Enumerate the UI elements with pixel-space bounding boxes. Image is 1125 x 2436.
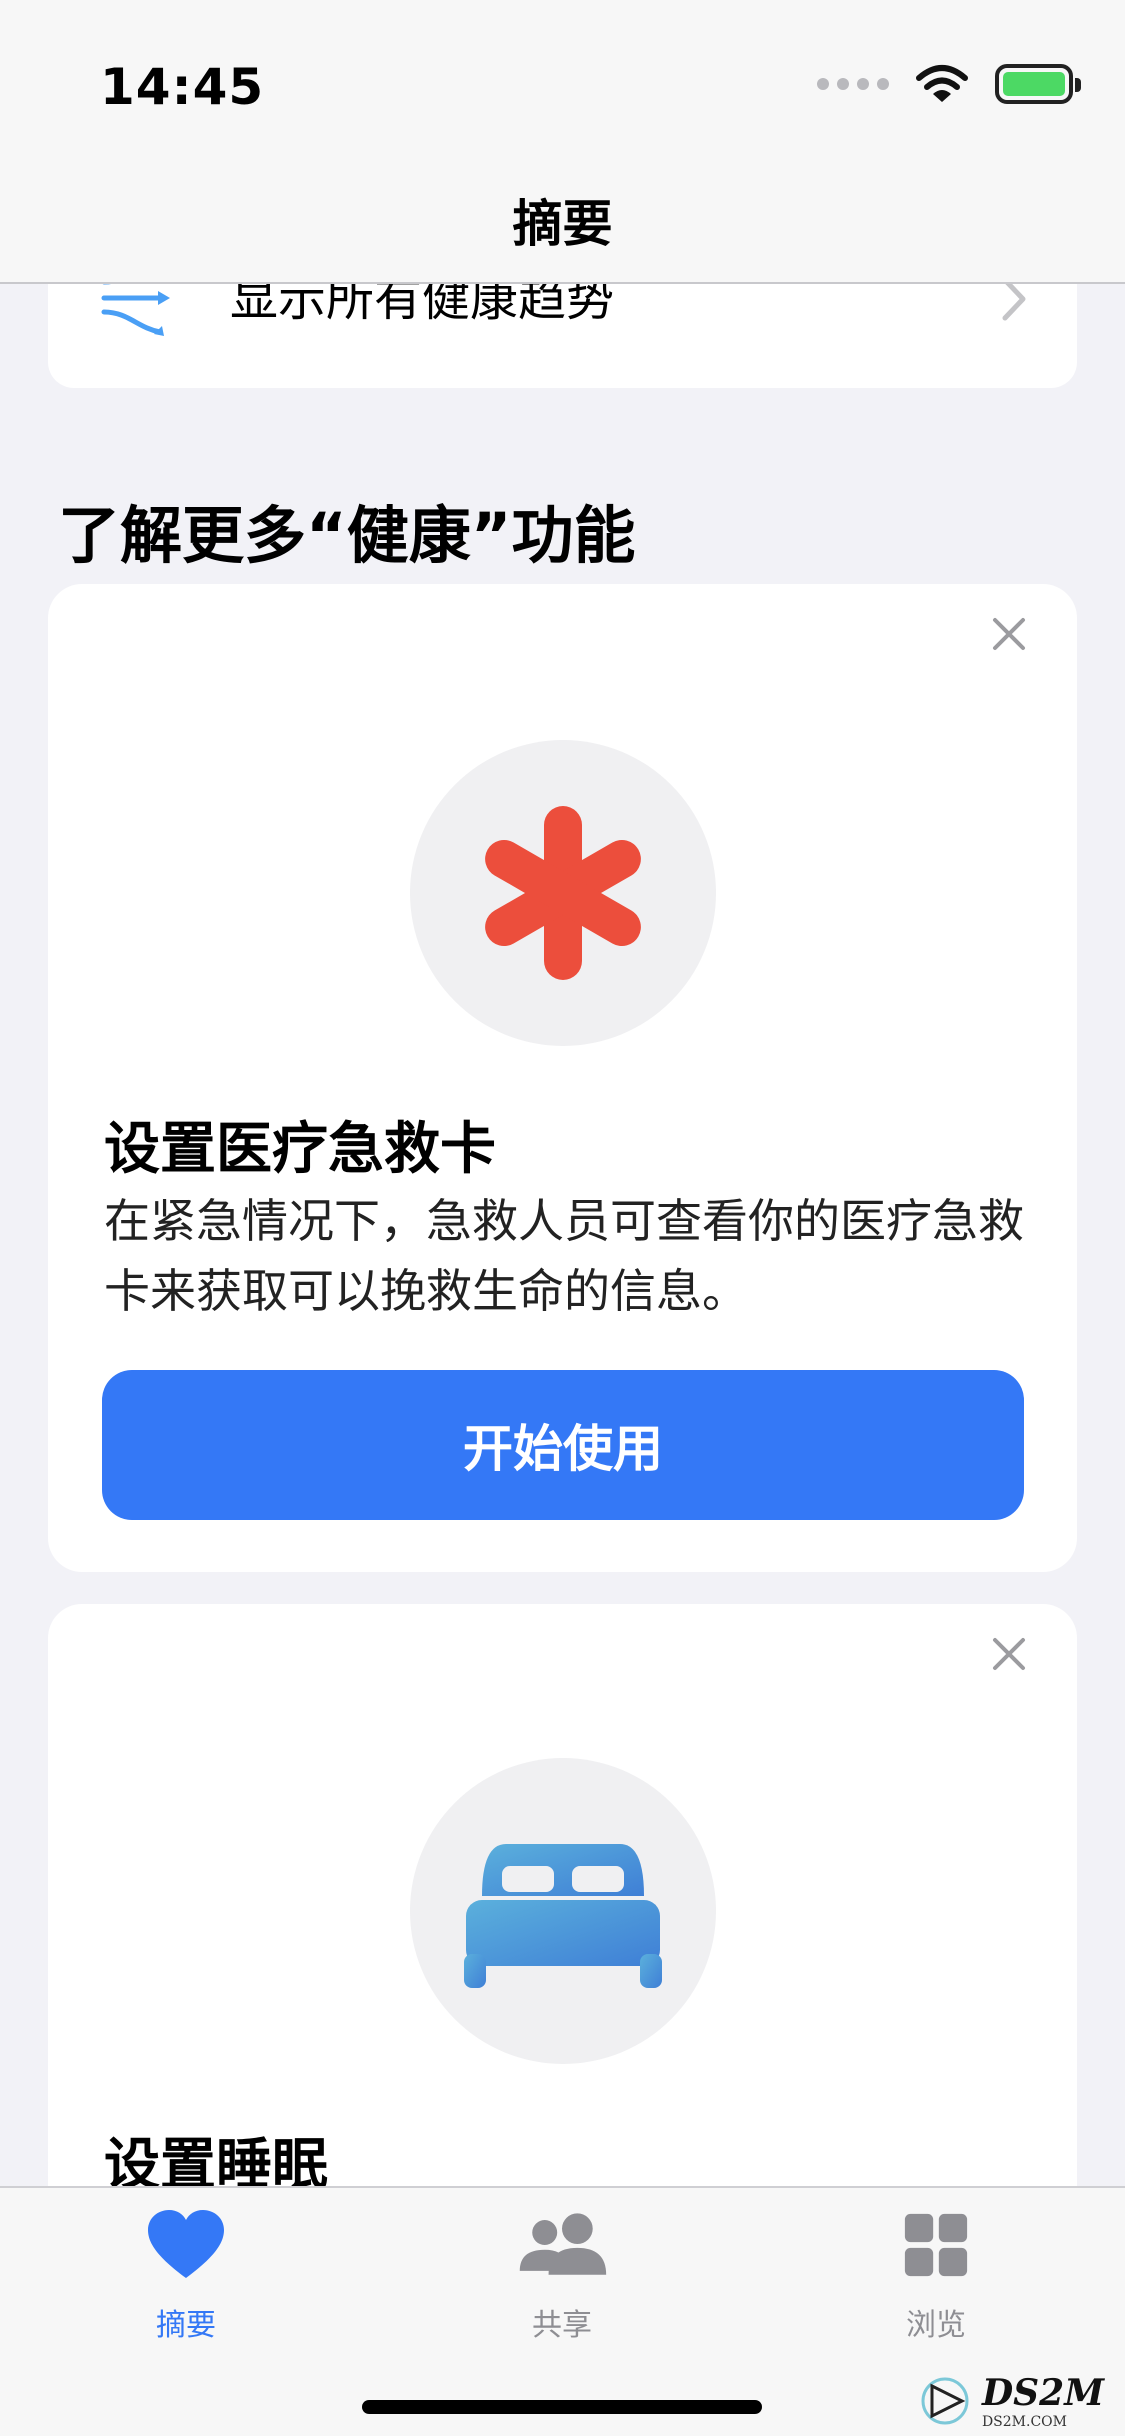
- section-title: 了解更多“健康”功能: [58, 499, 636, 572]
- home-indicator: [362, 2400, 762, 2414]
- watermark-logo-icon: [921, 2377, 969, 2425]
- tab-summary[interactable]: 摘要: [86, 2210, 286, 2344]
- close-icon[interactable]: [989, 614, 1029, 654]
- screen: 显示所有健康趋势 了解更多“健康”功能 设置医疗急救卡 在紧急情况下，急救人员可…: [0, 0, 1125, 2436]
- wifi-icon: [916, 65, 968, 102]
- bed-icon: [464, 1844, 662, 1988]
- heart-icon: [148, 2210, 224, 2278]
- cellular-signal-icon: [817, 78, 889, 90]
- status-time: 14:45: [100, 58, 265, 116]
- get-started-button[interactable]: 开始使用: [102, 1370, 1024, 1520]
- top-bar: 14:45 摘要: [0, 0, 1125, 284]
- watermark: DS2M DS2M.COM: [895, 2366, 1125, 2436]
- close-icon[interactable]: [989, 1634, 1029, 1674]
- sleep-icon-circle: [410, 1758, 716, 2064]
- page-title: 摘要: [512, 195, 613, 253]
- tab-label: 摘要: [156, 2308, 216, 2343]
- card-description: 在紧急情况下，急救人员可查看你的医疗急救卡来获取可以挽救生命的信息。: [104, 1194, 1024, 1318]
- watermark-sub: DS2M.COM: [981, 2414, 1067, 2430]
- medical-asterisk-icon: [485, 806, 641, 980]
- tab-browse[interactable]: 浏览: [836, 2210, 1036, 2344]
- tab-sharing[interactable]: 共享: [462, 2210, 662, 2344]
- grid-icon: [904, 2213, 968, 2277]
- people-icon: [519, 2213, 607, 2275]
- medical-icon-circle: [410, 740, 716, 1046]
- status-icons: [817, 64, 1081, 104]
- card-title: 设置医疗急救卡: [104, 1117, 496, 1182]
- watermark-text: DS2M: [981, 2372, 1105, 2414]
- battery-icon: [995, 64, 1081, 104]
- tab-label: 共享: [532, 2308, 592, 2343]
- medical-id-card: 设置医疗急救卡 在紧急情况下，急救人员可查看你的医疗急救卡来获取可以挽救生命的信…: [48, 584, 1077, 1572]
- tab-label: 浏览: [906, 2308, 966, 2343]
